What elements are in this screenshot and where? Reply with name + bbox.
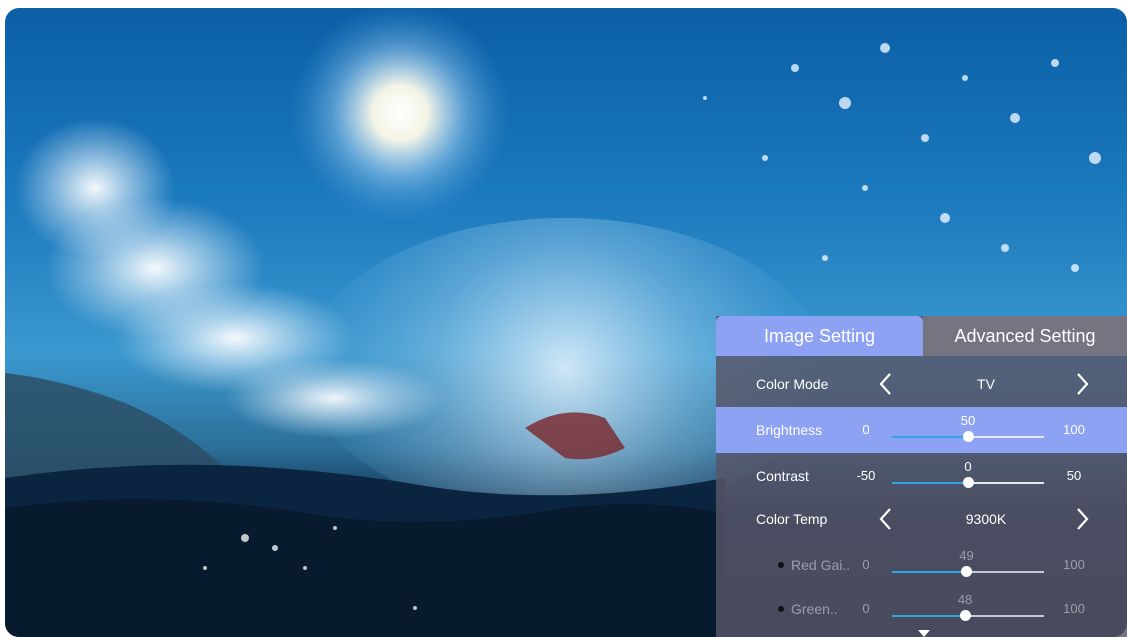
tab-image-setting[interactable]: Image Setting: [716, 316, 923, 356]
contrast-value: 0: [964, 459, 972, 474]
tab-advanced-setting[interactable]: Advanced Setting: [923, 316, 1127, 356]
green-gain-slider-thumb[interactable]: [959, 610, 971, 621]
color-temp-value: 9300K: [965, 511, 1007, 527]
brightness-slider-fill: [892, 436, 968, 438]
color-mode-value: TV: [977, 376, 995, 392]
contrast-max: 50: [1066, 468, 1082, 483]
color-mode-row[interactable]: Color Mode TV: [716, 361, 1127, 407]
color-mode-label: Color Mode: [756, 376, 829, 392]
green-gain-min: 0: [862, 601, 870, 616]
settings-panel: Image Setting Advanced Setting Color Mod…: [716, 316, 1127, 637]
green-gain-slider-fill: [892, 615, 965, 617]
green-gain-value: 48: [957, 592, 973, 607]
red-gain-min: 0: [862, 557, 870, 572]
bullet-icon: [778, 606, 784, 612]
color-temp-row[interactable]: Color Temp 9300K: [716, 496, 1127, 542]
brightness-label: Brightness: [756, 422, 823, 438]
contrast-slider-thumb[interactable]: [963, 477, 974, 488]
green-gain-max: 100: [1063, 601, 1085, 616]
green-gain-label: Green..: [791, 601, 838, 617]
contrast-min: -50: [856, 468, 876, 483]
brightness-max: 100: [1063, 422, 1085, 437]
contrast-slider-fill: [892, 482, 968, 484]
brightness-row[interactable]: Brightness 0 50 100: [716, 407, 1127, 453]
red-gain-max: 100: [1063, 557, 1085, 572]
red-gain-slider-fill: [892, 571, 967, 573]
red-gain-row[interactable]: Red Gai.. 0 49 100: [716, 542, 1127, 588]
red-gain-value: 49: [959, 548, 974, 563]
chevron-left-icon[interactable]: [874, 505, 898, 533]
contrast-row[interactable]: Contrast -50 0 50: [716, 453, 1127, 499]
chevron-left-icon[interactable]: [874, 370, 898, 398]
caret-down-icon[interactable]: [918, 630, 930, 637]
brightness-value: 50: [960, 413, 976, 428]
brightness-min: 0: [862, 422, 870, 437]
green-gain-row[interactable]: Green.. 0 48 100: [716, 586, 1127, 632]
brightness-slider-thumb[interactable]: [963, 431, 974, 442]
color-temp-label: Color Temp: [756, 511, 828, 527]
red-gain-slider-thumb[interactable]: [961, 566, 973, 577]
chevron-right-icon[interactable]: [1070, 505, 1094, 533]
red-gain-label: Red Gai..: [791, 557, 851, 573]
bullet-icon: [778, 562, 784, 568]
chevron-right-icon[interactable]: [1070, 370, 1094, 398]
contrast-label: Contrast: [756, 468, 809, 484]
